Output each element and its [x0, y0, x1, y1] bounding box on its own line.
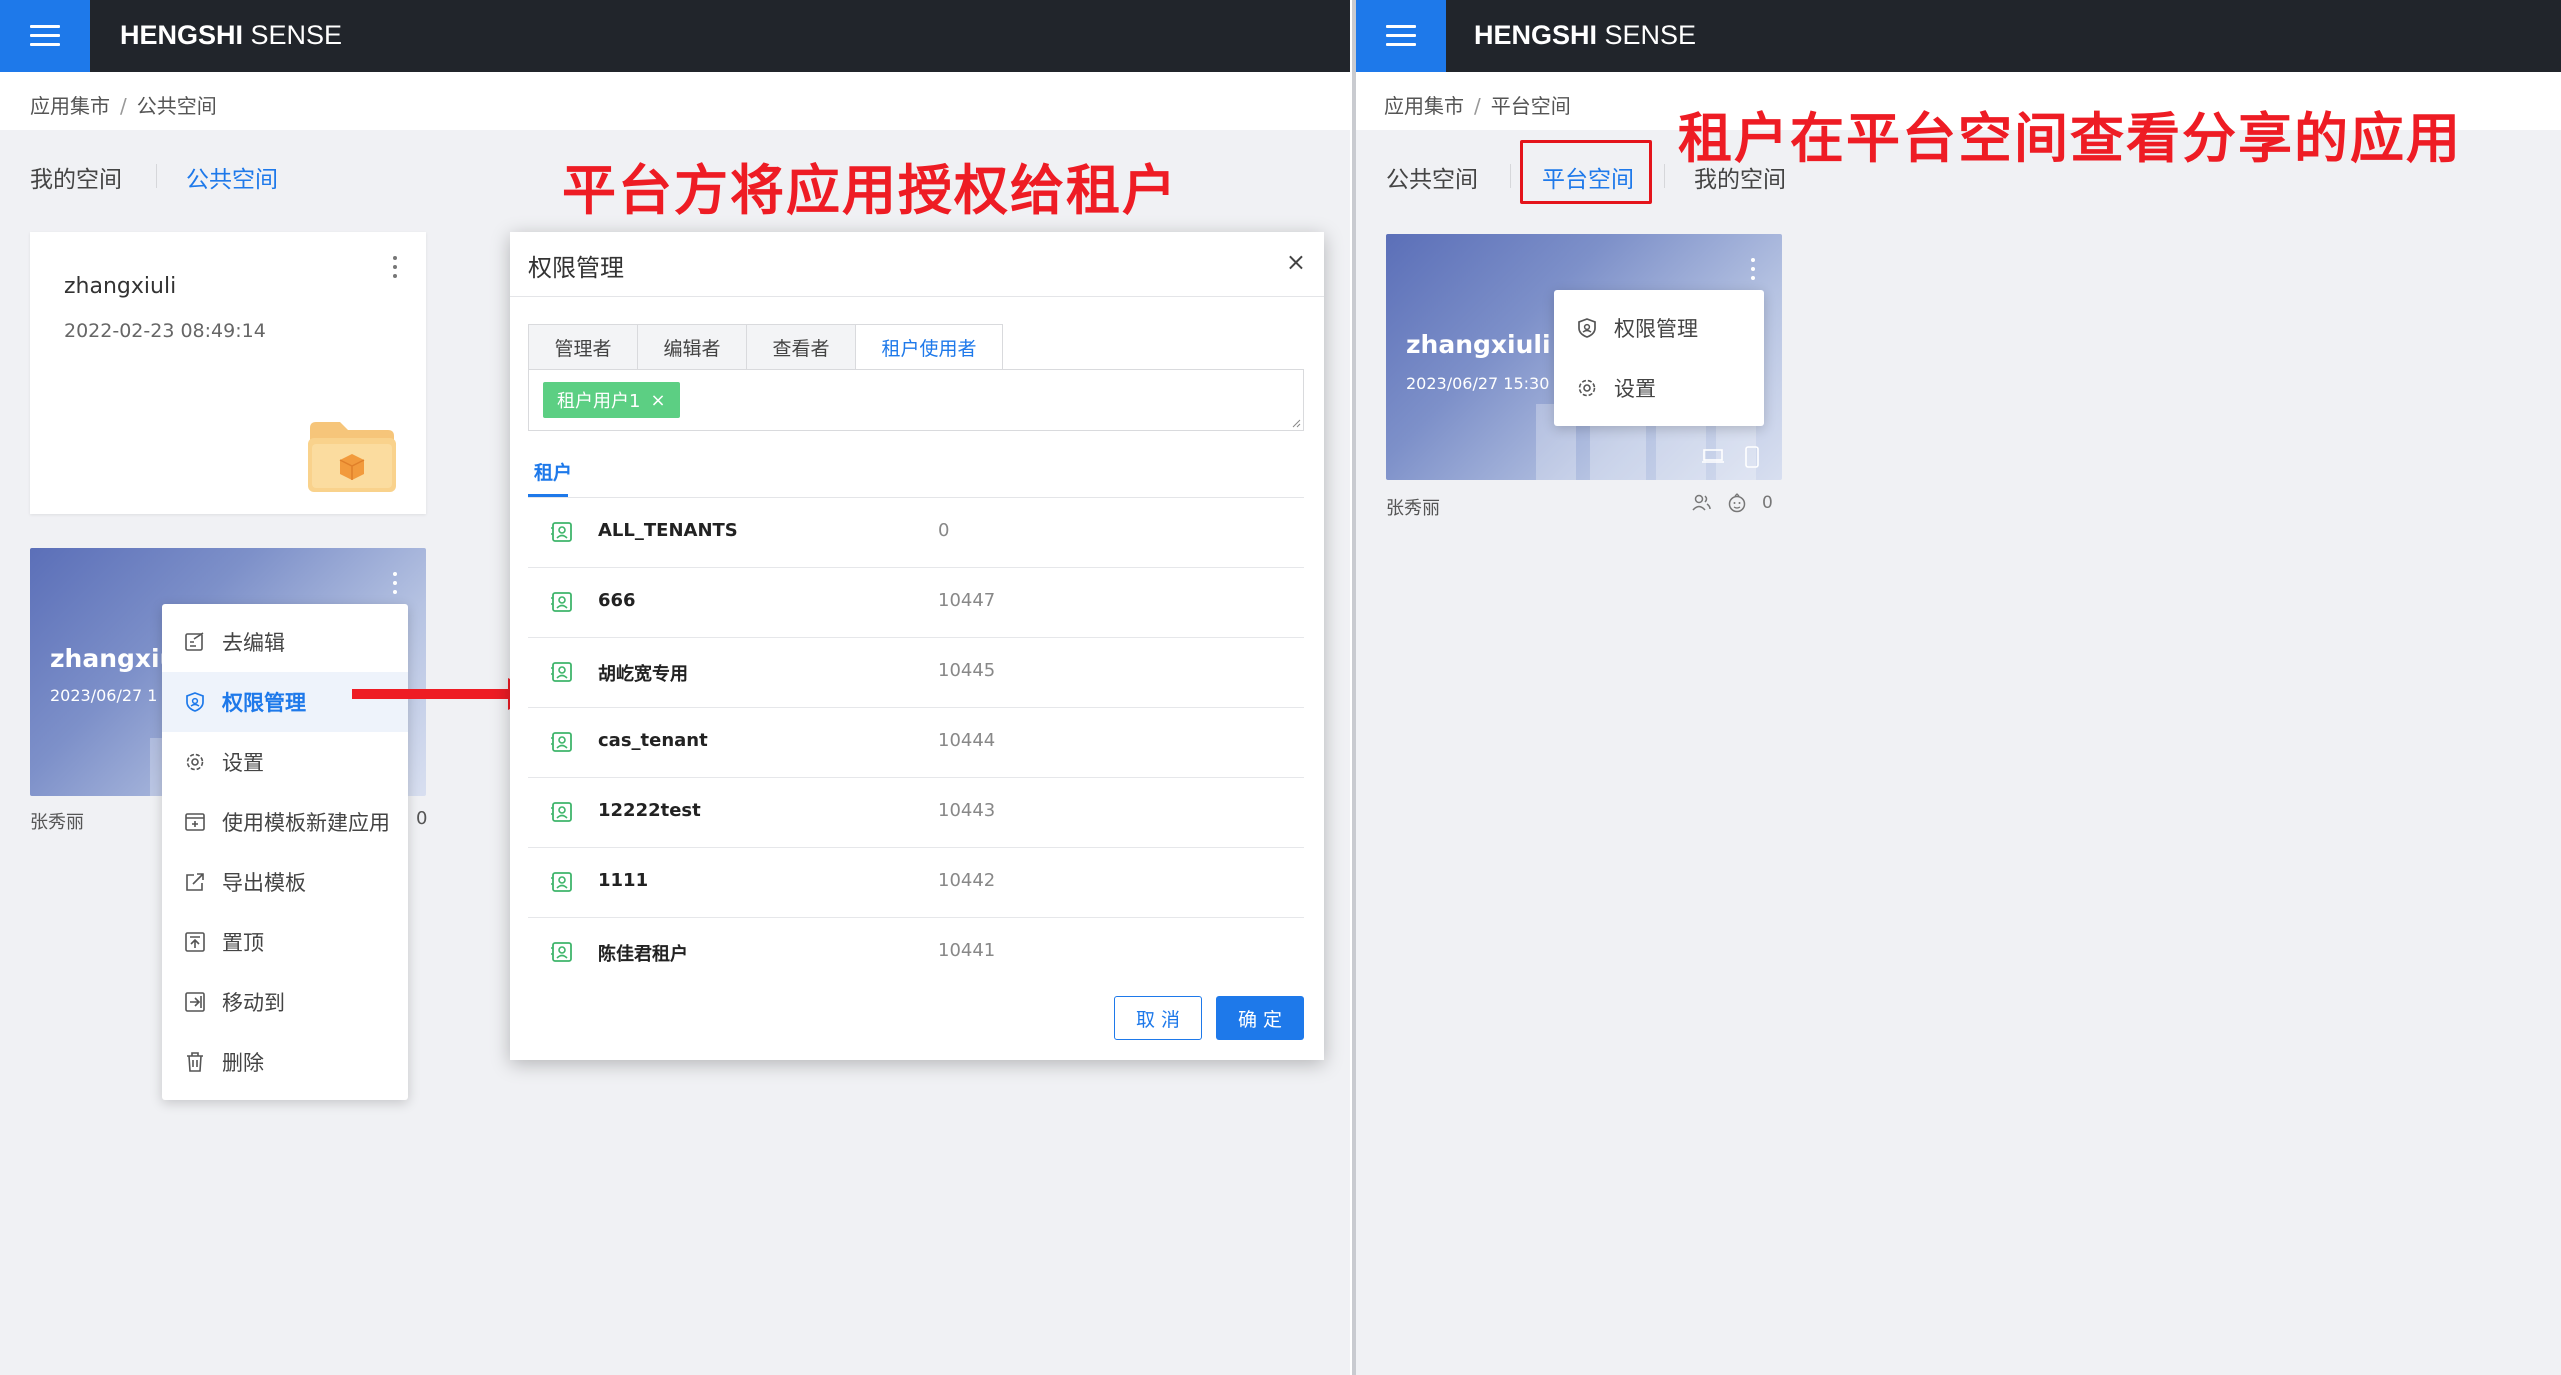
- like-count: 0: [1762, 493, 1773, 513]
- move-icon: [184, 991, 206, 1013]
- breadcrumb-item: 公共空间: [136, 94, 217, 118]
- tenant-icon: [551, 802, 572, 822]
- dialog-title: 权限管理: [528, 254, 624, 282]
- menu-item-settings[interactable]: 设置: [162, 732, 408, 792]
- menu-item-permissions[interactable]: 权限管理: [1554, 298, 1764, 358]
- confirm-button[interactable]: 确 定: [1216, 996, 1304, 1040]
- cancel-button[interactable]: 取 消: [1114, 996, 1202, 1040]
- permission-dialog: 权限管理 × 管理者 编辑者 查看者 租户使用者 租户用户1 × 租户 ALL_…: [510, 232, 1324, 1060]
- tenant-icon: [551, 522, 572, 542]
- breadcrumb-item[interactable]: 应用集市: [1384, 94, 1464, 118]
- breadcrumb-item[interactable]: 应用集市: [30, 94, 110, 118]
- tab-public-space[interactable]: 公共空间: [186, 160, 278, 194]
- like-icon[interactable]: [1726, 492, 1748, 514]
- gear-icon: [1576, 377, 1598, 399]
- template-new-icon: [184, 811, 206, 833]
- desktop-icon: [1702, 449, 1724, 463]
- tenant-icon: [551, 732, 572, 752]
- annotation-right: 租户在平台空间查看分享的应用: [1678, 107, 2462, 170]
- more-icon[interactable]: [392, 572, 398, 596]
- tab-my-space[interactable]: 我的空间: [1694, 160, 1786, 194]
- tenant-icon: [551, 592, 572, 612]
- tenant-icon: [551, 942, 572, 962]
- export-icon: [184, 871, 206, 893]
- folder-date: 2022-02-23 08:49:14: [64, 320, 266, 342]
- mobile-icon: [1745, 446, 1759, 468]
- tenant-row[interactable]: 陈佳君租户 10441: [528, 918, 1304, 988]
- hamburger-icon: [1386, 25, 1416, 47]
- tenant-row[interactable]: 12222test 10443: [528, 778, 1304, 848]
- menu-item-pin-top[interactable]: 置顶: [162, 912, 408, 972]
- tenant-row[interactable]: 胡屹宽专用 10445: [528, 638, 1304, 708]
- highlight-box: [1520, 140, 1652, 204]
- menu-item-edit[interactable]: 去编辑: [162, 612, 408, 672]
- brand-logo: HENGSHI SENSE: [1474, 20, 1697, 50]
- menu-button[interactable]: [0, 0, 90, 72]
- pin-top-icon: [184, 931, 206, 953]
- top-bar: HENGSHI SENSE: [0, 0, 1350, 72]
- top-bar: HENGSHI SENSE: [1356, 0, 2561, 72]
- hamburger-icon: [30, 25, 60, 47]
- left-screen: HENGSHI SENSE 应用集市 / 公共空间 我的空间 公共空间 平台方将应用…: [0, 0, 1350, 1375]
- chip-close-icon[interactable]: ×: [650, 390, 665, 411]
- more-icon[interactable]: [1750, 258, 1756, 282]
- annotation-left: 平台方将应用授权给租户: [562, 159, 1178, 222]
- app-stats: 0: [1690, 492, 1773, 514]
- context-menu: 权限管理 设置: [1554, 290, 1764, 426]
- tab-my-space[interactable]: 我的空间: [30, 160, 122, 194]
- tab-public-space[interactable]: 公共空间: [1386, 160, 1478, 194]
- selected-users-box[interactable]: 租户用户1 ×: [528, 369, 1304, 431]
- menu-item-move-to[interactable]: 移动到: [162, 972, 408, 1032]
- shield-icon: [184, 691, 206, 713]
- app-owner: 张秀丽: [1386, 498, 1440, 519]
- menu-item-delete[interactable]: 删除: [162, 1032, 408, 1092]
- tenant-row[interactable]: 1111 10442: [528, 848, 1304, 918]
- more-icon[interactable]: [392, 256, 398, 280]
- app-title: zhangxiu: [50, 644, 178, 673]
- breadcrumb-item: 平台空间: [1490, 94, 1571, 118]
- edit-icon: [184, 631, 206, 653]
- selected-user-chip: 租户用户1 ×: [543, 382, 680, 418]
- view-count: 0: [416, 808, 428, 829]
- folder-icon: [308, 422, 396, 492]
- tab-tenant-user[interactable]: 租户使用者: [855, 324, 1003, 370]
- menu-item-settings[interactable]: 设置: [1554, 358, 1764, 418]
- app-owner: 张秀丽: [30, 812, 84, 833]
- right-screen: HENGSHI SENSE 应用集市 / 平台空间 租户在平台空间查看分享的应用 公…: [1352, 0, 2561, 1375]
- tab-editor[interactable]: 编辑者: [637, 324, 747, 370]
- tenant-icon: [551, 662, 572, 682]
- brand-logo: HENGSHI SENSE: [120, 20, 343, 50]
- folder-card[interactable]: zhangxiuli 2022-02-23 08:49:14: [30, 232, 426, 514]
- gear-icon: [184, 751, 206, 773]
- app-date: 2023/06/27 15:30: [1406, 374, 1550, 393]
- users-icon: [1692, 494, 1711, 511]
- resize-handle-icon[interactable]: [1291, 418, 1301, 428]
- tenant-row[interactable]: 666 10447: [528, 568, 1304, 638]
- menu-button[interactable]: [1356, 0, 1446, 72]
- folder-title: zhangxiuli: [64, 274, 177, 299]
- shield-icon: [1576, 317, 1598, 339]
- breadcrumb: 应用集市 / 公共空间: [0, 72, 1350, 130]
- tab-tenants[interactable]: 租户: [534, 458, 572, 485]
- tenant-icon: [551, 872, 572, 892]
- app-date: 2023/06/27 1: [50, 686, 158, 705]
- close-icon[interactable]: ×: [1286, 248, 1306, 276]
- tenant-row[interactable]: cas_tenant 10444: [528, 708, 1304, 778]
- tab-viewer[interactable]: 查看者: [746, 324, 856, 370]
- menu-item-new-from-template[interactable]: 使用模板新建应用: [162, 792, 408, 852]
- menu-item-export-template[interactable]: 导出模板: [162, 852, 408, 912]
- app-title: zhangxiuli: [1406, 330, 1551, 359]
- tab-manager[interactable]: 管理者: [528, 324, 638, 370]
- tenant-row[interactable]: ALL_TENANTS 0: [528, 498, 1304, 568]
- trash-icon: [184, 1051, 206, 1073]
